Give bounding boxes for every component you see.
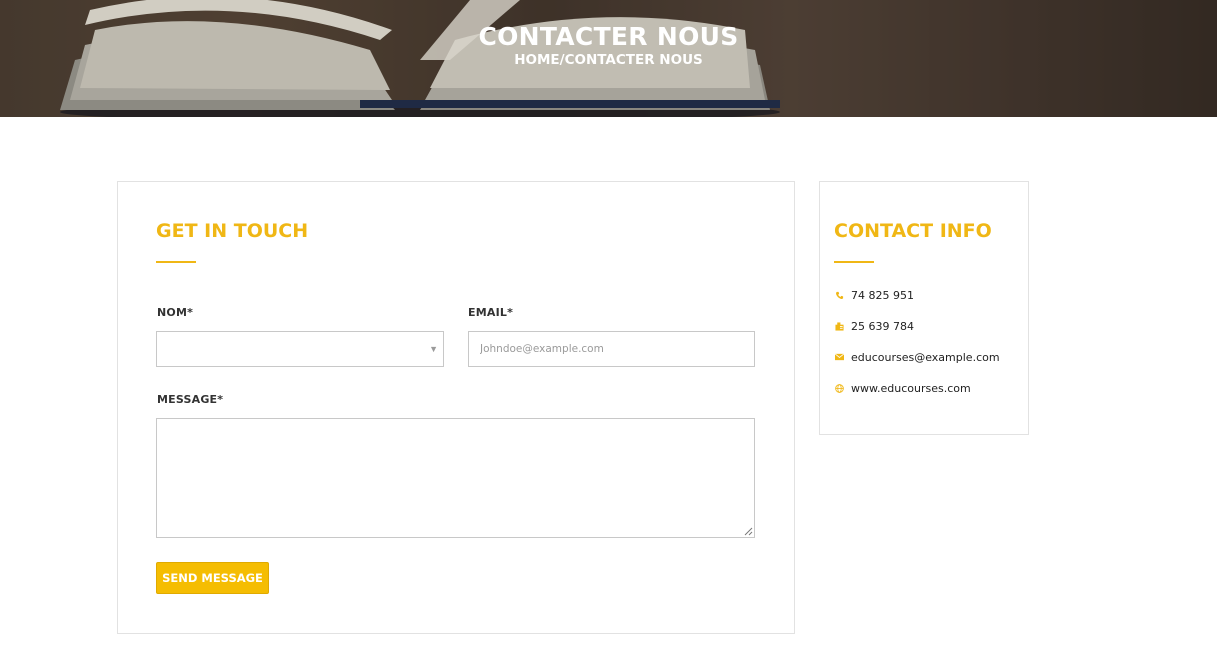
- globe-icon: [834, 383, 844, 393]
- send-message-button[interactable]: SEND MESSAGE: [156, 562, 269, 594]
- contact-website-link[interactable]: www.educourses.com: [851, 382, 971, 395]
- name-label: NOM*: [157, 306, 194, 319]
- page-hero-banner: CONTACTER NOUS HOME/CONTACTER NOUS: [0, 0, 1217, 117]
- email-label: EMAIL*: [468, 306, 514, 319]
- contact-email-row: educourses@example.com: [834, 350, 1000, 364]
- message-textarea[interactable]: [156, 418, 755, 538]
- contact-email-link[interactable]: educourses@example.com: [851, 351, 1000, 364]
- contact-fax-text: 25 639 784: [851, 319, 914, 333]
- resize-handle-icon[interactable]: [744, 527, 753, 536]
- email-field[interactable]: [469, 332, 754, 366]
- breadcrumb: HOME/CONTACTER NOUS: [514, 52, 703, 68]
- contact-phone-row: 74 825 951: [834, 288, 914, 302]
- page-title: CONTACTER NOUS: [478, 22, 739, 51]
- phone-icon: [834, 290, 844, 300]
- caret-down-icon: ▼: [429, 344, 438, 354]
- contact-fax-row: 25 639 784: [834, 319, 914, 333]
- heading-underline: [156, 261, 196, 263]
- envelope-icon: [834, 352, 844, 362]
- email-field-wrapper: [468, 331, 755, 367]
- heading-underline: [834, 261, 874, 263]
- fax-icon: [834, 321, 844, 331]
- contact-website-row: www.educourses.com: [834, 381, 971, 395]
- contact-phone-text: 74 825 951: [851, 288, 914, 302]
- get-in-touch-heading: GET IN TOUCH: [156, 220, 309, 242]
- name-select[interactable]: ▼: [156, 331, 444, 367]
- message-label: MESSAGE*: [157, 393, 224, 406]
- contact-info-heading: CONTACT INFO: [834, 220, 992, 242]
